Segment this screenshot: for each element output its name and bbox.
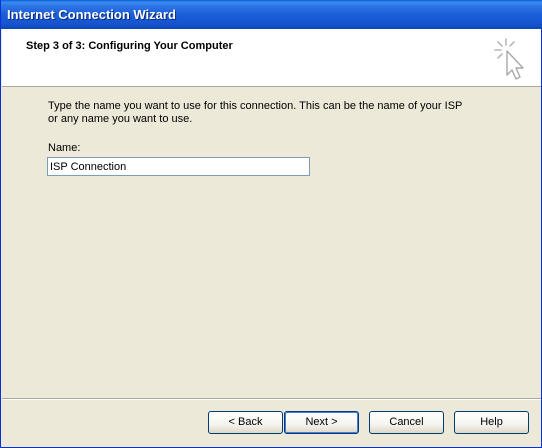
name-input[interactable] <box>47 157 310 176</box>
name-label: Name: <box>48 142 80 154</box>
back-button[interactable]: < Back <box>208 411 283 434</box>
cursor-sparkle-icon <box>494 38 524 80</box>
button-divider <box>2 398 541 400</box>
step-title: Step 3 of 3: Configuring Your Computer <box>26 40 233 52</box>
cancel-button[interactable]: Cancel <box>369 411 444 434</box>
instruction-line-1: Type the name you want to use for this c… <box>48 100 463 112</box>
wizard-window: Internet Connection Wizard Step 3 of 3: … <box>0 0 542 448</box>
instruction-text: Type the name you want to use for this c… <box>48 100 488 126</box>
window-title: Internet Connection Wizard <box>7 7 176 22</box>
help-button[interactable]: Help <box>454 411 529 434</box>
title-bar[interactable]: Internet Connection Wizard <box>1 0 542 29</box>
name-label-text: Name: <box>48 142 81 154</box>
wizard-header: Step 3 of 3: Configuring Your Computer <box>2 29 541 87</box>
next-button[interactable]: Next > <box>284 411 359 434</box>
instruction-line-2: or any name you want to use. <box>48 113 193 125</box>
